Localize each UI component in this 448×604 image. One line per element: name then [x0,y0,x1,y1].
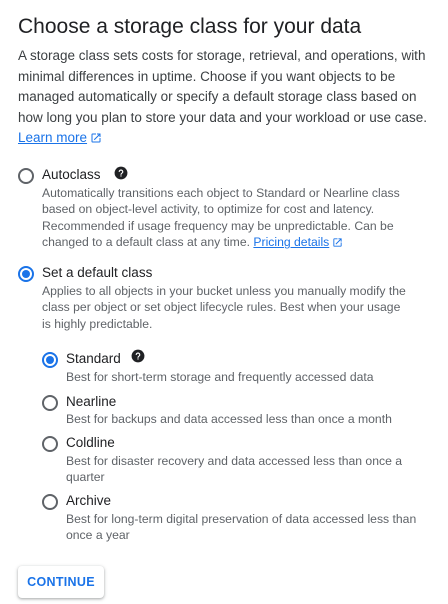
default-class-label: Set a default class [42,265,153,280]
default-class-radio[interactable] [18,266,34,282]
autoclass-description: Automatically transitions each object to… [42,185,410,251]
archive-radio[interactable] [42,494,58,510]
default-class-description: Applies to all objects in your bucket un… [42,284,406,331]
class-option-archive[interactable]: Archive Best for long-term digital prese… [42,492,430,546]
archive-description: Best for long-term digital preservation … [66,512,417,543]
coldline-description: Best for disaster recovery and data acce… [66,454,403,485]
intro-text: A storage class sets costs for storage, … [18,46,430,149]
class-option-standard[interactable]: Standard Best for short-term storage and… [42,349,430,386]
nearline-label: Nearline [66,394,117,409]
coldline-radio[interactable] [42,436,58,452]
external-link-icon [91,133,101,143]
pricing-details-link[interactable]: Pricing details [253,235,343,249]
autoclass-description-text: Automatically transitions each object to… [42,186,400,250]
autoclass-label: Autoclass [42,167,101,182]
help-icon[interactable] [131,349,145,363]
nearline-description: Best for backups and data accessed less … [66,412,392,426]
page-title: Choose a storage class for your data [18,15,362,38]
pricing-details-label: Pricing details [253,235,330,250]
learn-more-label: Learn more [18,130,88,145]
standard-radio[interactable] [42,352,58,368]
standard-label: Standard [66,351,121,366]
nearline-radio[interactable] [42,395,58,411]
autoclass-radio[interactable] [18,168,34,184]
archive-label: Archive [66,493,112,508]
external-link-icon [333,238,342,247]
standard-description: Best for short-term storage and frequent… [66,370,374,384]
class-option-coldline[interactable]: Coldline Best for disaster recovery and … [42,434,430,488]
coldline-label: Coldline [66,435,115,450]
continue-button[interactable]: CONTINUE [18,566,104,598]
class-option-nearline[interactable]: Nearline Best for backups and data acces… [42,393,430,429]
learn-more-link[interactable]: Learn more [18,130,102,145]
autoclass-option[interactable]: Autoclass Automatically transitions each… [18,166,430,250]
help-icon[interactable] [114,166,128,180]
intro-description: A storage class sets costs for storage, … [18,48,427,125]
default-class-option[interactable]: Set a default class Applies to all objec… [18,264,430,334]
